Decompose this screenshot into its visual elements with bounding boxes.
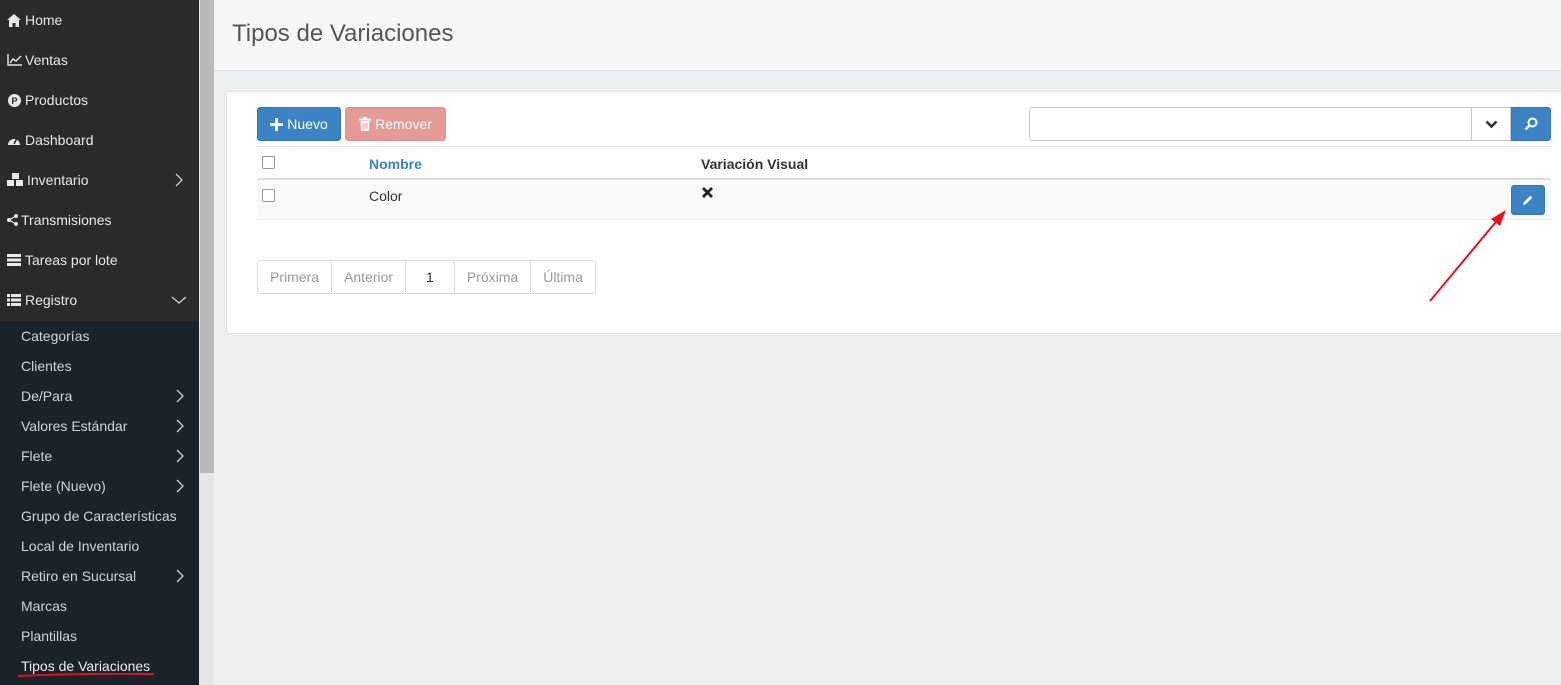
submenu-item-grupo-de-caracteristicas[interactable]: Grupo de Características bbox=[0, 501, 199, 531]
sidebar-item-label: Home bbox=[25, 12, 63, 28]
submenu-item-marcas[interactable]: Marcas bbox=[0, 591, 199, 621]
list-icon bbox=[6, 293, 22, 307]
home-icon bbox=[6, 13, 22, 27]
submenu-item-label: Plantillas bbox=[21, 628, 78, 644]
submenu-item-label: Categorías bbox=[21, 328, 90, 344]
variation-types-table: Nombre Variación Visual Color bbox=[257, 146, 1551, 220]
dashboard-gauge-icon bbox=[6, 133, 22, 147]
page-title: Tipos de Variaciones bbox=[232, 20, 454, 47]
sidebar-item-label: Inventario bbox=[27, 172, 89, 188]
new-button-label: Nuevo bbox=[287, 116, 328, 132]
cell-nombre: Color bbox=[369, 188, 403, 204]
submenu-item-de-para[interactable]: De/Para bbox=[0, 381, 199, 411]
chevron-right-icon bbox=[176, 389, 184, 403]
column-header-variacion-visual: Variación Visual bbox=[701, 156, 809, 172]
trash-icon bbox=[359, 117, 372, 131]
table-header: Nombre Variación Visual bbox=[257, 146, 1551, 180]
cubes-icon bbox=[6, 173, 24, 187]
plus-icon bbox=[270, 117, 284, 131]
submenu-item-label: Tipos de Variaciones bbox=[21, 658, 151, 674]
submenu-item-label: Flete bbox=[21, 448, 53, 464]
chevron-down-icon bbox=[171, 296, 187, 304]
svg-text:P: P bbox=[11, 96, 17, 106]
sidebar-item-label: Transmisiones bbox=[21, 212, 112, 228]
annotation-underline bbox=[18, 673, 154, 677]
sidebar-item-label: Ventas bbox=[25, 52, 68, 68]
submenu-item-local-de-inventario[interactable]: Local de Inventario bbox=[0, 531, 199, 561]
tasks-icon bbox=[6, 253, 22, 267]
chevron-down-icon bbox=[1485, 120, 1497, 128]
search-group bbox=[1029, 107, 1551, 141]
new-button[interactable]: Nuevo bbox=[257, 107, 341, 141]
pagination-next[interactable]: Próxima bbox=[455, 261, 532, 293]
submenu-item-label: Marcas bbox=[21, 598, 67, 614]
product-badge-icon: P bbox=[6, 93, 22, 107]
submenu-item-label: Retiro en Sucursal bbox=[21, 568, 137, 584]
sidebar-item-registro[interactable]: Registro bbox=[0, 280, 199, 320]
chevron-right-icon bbox=[176, 479, 184, 493]
edit-button[interactable] bbox=[1511, 185, 1545, 215]
column-header-nombre[interactable]: Nombre bbox=[369, 156, 422, 172]
submenu-item-label: De/Para bbox=[21, 388, 73, 404]
submenu-item-label: Local de Inventario bbox=[21, 538, 140, 554]
share-icon bbox=[6, 213, 18, 227]
sidebar-item-label: Dashboard bbox=[25, 132, 94, 148]
cross-icon bbox=[702, 187, 713, 198]
pencil-icon bbox=[1523, 195, 1533, 205]
pagination: Primera Anterior 1 Próxima Última bbox=[257, 260, 596, 294]
pagination-first[interactable]: Primera bbox=[258, 261, 333, 293]
content-panel: Nuevo Remover Nombre Variación Visual Co… bbox=[226, 91, 1561, 334]
table-row: Color bbox=[257, 180, 1551, 220]
chevron-right-icon bbox=[176, 449, 184, 463]
sidebar-item-inventario[interactable]: Inventario bbox=[0, 160, 199, 200]
sidebar-item-tareas-por-lote[interactable]: Tareas por lote bbox=[0, 240, 199, 280]
submenu-item-flete[interactable]: Flete bbox=[0, 441, 199, 471]
submenu-item-clientes[interactable]: Clientes bbox=[0, 351, 199, 381]
cell-variacion-visual bbox=[701, 186, 714, 202]
pagination-current-page[interactable]: 1 bbox=[406, 261, 455, 293]
chart-line-icon bbox=[6, 53, 22, 67]
submenu-item-flete-nuevo[interactable]: Flete (Nuevo) bbox=[0, 471, 199, 501]
sidebar-item-label: Registro bbox=[25, 292, 78, 308]
annotation-arrow bbox=[1429, 210, 1506, 302]
sidebar-item-transmisiones[interactable]: Transmisiones bbox=[0, 200, 199, 240]
submenu-item-plantillas[interactable]: Plantillas bbox=[0, 621, 199, 651]
remove-button-label: Remover bbox=[375, 116, 432, 132]
search-input[interactable] bbox=[1029, 107, 1472, 141]
sidebar: Home Ventas P Productos Dashboard Invent… bbox=[0, 0, 199, 685]
submenu-item-categorias[interactable]: Categorías bbox=[0, 321, 199, 351]
row-checkbox[interactable] bbox=[262, 189, 275, 202]
remove-button[interactable]: Remover bbox=[345, 107, 446, 141]
chevron-right-icon bbox=[175, 173, 183, 187]
sidebar-item-ventas[interactable]: Ventas bbox=[0, 40, 199, 80]
sidebar-scrollbar-thumb[interactable] bbox=[200, 0, 214, 473]
submenu-item-label: Flete (Nuevo) bbox=[21, 478, 106, 494]
search-icon bbox=[1524, 117, 1538, 131]
chevron-right-icon bbox=[176, 569, 184, 583]
sidebar-item-dashboard[interactable]: Dashboard bbox=[0, 120, 199, 160]
submenu-item-label: Valores Estándar bbox=[21, 418, 128, 434]
sidebar-item-label: Productos bbox=[25, 92, 89, 108]
pagination-last[interactable]: Última bbox=[531, 261, 595, 293]
registro-submenu: Categorías Clientes De/Para Valores Está… bbox=[0, 321, 199, 685]
page-header: Tipos de Variaciones bbox=[214, 0, 1561, 71]
submenu-item-valores-estandar[interactable]: Valores Estándar bbox=[0, 411, 199, 441]
search-options-dropdown[interactable] bbox=[1471, 107, 1511, 141]
sidebar-item-home[interactable]: Home bbox=[0, 0, 199, 40]
submenu-item-label: Clientes bbox=[21, 358, 72, 374]
select-all-checkbox[interactable] bbox=[262, 156, 275, 169]
submenu-item-retiro-en-sucursal[interactable]: Retiro en Sucursal bbox=[0, 561, 199, 591]
submenu-item-label: Grupo de Características bbox=[21, 508, 177, 524]
sidebar-item-productos[interactable]: P Productos bbox=[0, 80, 199, 120]
sidebar-item-label: Tareas por lote bbox=[25, 252, 118, 268]
search-button[interactable] bbox=[1511, 107, 1551, 141]
chevron-right-icon bbox=[176, 419, 184, 433]
pagination-previous[interactable]: Anterior bbox=[332, 261, 407, 293]
